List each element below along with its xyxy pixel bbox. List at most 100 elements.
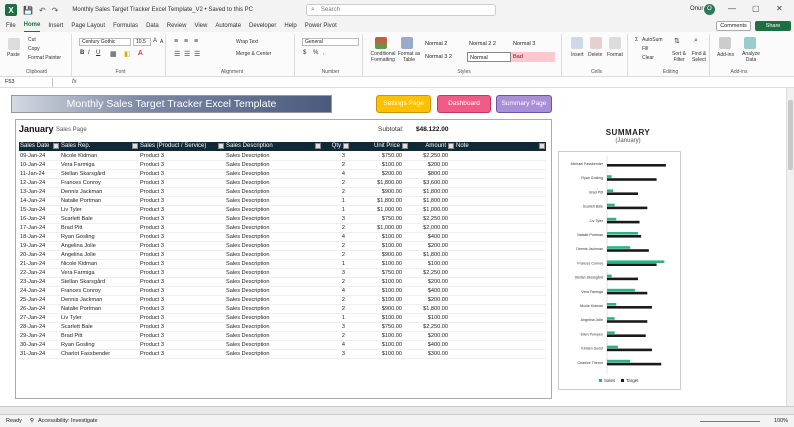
cell-date[interactable]: 13-Jan-24: [20, 188, 60, 197]
tab-file[interactable]: File: [6, 20, 16, 32]
cell-product[interactable]: Product 3: [140, 188, 225, 197]
delete-button[interactable]: Delete: [588, 52, 602, 58]
cell-unit-price[interactable]: $100.00: [350, 332, 402, 341]
paste-button[interactable]: Paste: [7, 52, 20, 58]
cell-rep[interactable]: Scarlett Bale: [61, 323, 139, 332]
cell-unit-price[interactable]: $1,000.00: [350, 206, 402, 215]
align-middle-icon[interactable]: ≡: [184, 38, 188, 45]
accessibility-status[interactable]: Accessibility: Investigate: [38, 418, 98, 424]
table-row[interactable]: 10-Jan-24 Vera Farmiga Product 3 Sales Desc…: [19, 161, 546, 170]
font-size-select[interactable]: 10.5: [133, 38, 151, 46]
tab-automate[interactable]: Automate: [215, 20, 241, 32]
cell-qty[interactable]: 2: [322, 179, 345, 188]
filter-dropdown-icon[interactable]: [539, 143, 545, 149]
cell-qty[interactable]: 1: [322, 206, 345, 215]
table-row[interactable]: 24-Jan-24 Frances Conroy Product 3 Sales De…: [19, 287, 546, 296]
col-sales-rep[interactable]: Sales Rep.: [60, 142, 139, 151]
align-left-icon[interactable]: ☰: [174, 50, 180, 58]
cell-description[interactable]: Sales Description: [226, 215, 322, 224]
cell-unit-price[interactable]: $100.00: [350, 341, 402, 350]
cell-date[interactable]: 19-Jan-24: [20, 242, 60, 251]
table-row[interactable]: 19-Jan-24 Angelina Jolie Product 3 Sales De…: [19, 242, 546, 251]
table-row[interactable]: 11-Jan-24 Stellan Skarsgård Product 3 Sales…: [19, 170, 546, 179]
cell-description[interactable]: Sales Description: [226, 296, 322, 305]
cell-rep[interactable]: Nicole Kidman: [61, 260, 139, 269]
style-normal-2[interactable]: Normal 2: [423, 39, 467, 49]
cell-description[interactable]: Sales Description: [226, 350, 322, 359]
style-normal[interactable]: Normal: [467, 52, 511, 62]
cell-qty[interactable]: 2: [322, 188, 345, 197]
cell-unit-price[interactable]: $750.00: [350, 215, 402, 224]
redo-icon[interactable]: ↷: [52, 6, 59, 15]
cell-rep[interactable]: Natalie Portman: [61, 305, 139, 314]
table-row[interactable]: 16-Jan-24 Scarlett Bale Product 3 Sales Des…: [19, 215, 546, 224]
currency-button[interactable]: $: [303, 50, 306, 56]
table-row[interactable]: 14-Jan-24 Natalie Portman Product 3 Sales D…: [19, 197, 546, 206]
table-row[interactable]: 20-Jan-24 Angelina Jolie Product 3 Sales De…: [19, 251, 546, 260]
cell-product[interactable]: Product 3: [140, 350, 225, 359]
scroll-thumb[interactable]: [788, 100, 793, 170]
merge-center-button[interactable]: Merge & Center: [236, 51, 271, 57]
cut-button[interactable]: Cut: [28, 37, 36, 43]
name-box[interactable]: F53: [3, 78, 53, 87]
cell-description[interactable]: Sales Description: [226, 179, 322, 188]
cell-qty[interactable]: 3: [322, 215, 345, 224]
cell-amount[interactable]: $200.00: [409, 296, 448, 305]
cell-rep[interactable]: Dennis Jackman: [61, 188, 139, 197]
tab-data[interactable]: Data: [146, 20, 159, 32]
cell-rep[interactable]: Liv Tyler: [61, 206, 139, 215]
cell-date[interactable]: 23-Jan-24: [20, 278, 60, 287]
cell-rep[interactable]: Nicole Kidman: [61, 152, 139, 161]
cell-product[interactable]: Product 3: [140, 269, 225, 278]
filter-dropdown-icon[interactable]: [448, 143, 454, 149]
clear-button[interactable]: Clear: [642, 55, 654, 61]
font-name-select[interactable]: Century Gothic: [79, 38, 131, 46]
cell-unit-price[interactable]: $200.00: [350, 170, 402, 179]
cell-amount[interactable]: $200.00: [409, 161, 448, 170]
cell-description[interactable]: Sales Description: [226, 260, 322, 269]
cell-qty[interactable]: 1: [322, 314, 345, 323]
vertical-scrollbar[interactable]: [786, 88, 794, 406]
col-description[interactable]: Sales Description: [225, 142, 322, 151]
align-right-icon[interactable]: ☰: [194, 50, 200, 58]
tab-home[interactable]: Home: [23, 19, 41, 33]
table-row[interactable]: 26-Jan-24 Natalie Portman Product 3 Sales D…: [19, 305, 546, 314]
table-row[interactable]: 23-Jan-24 Stellan Skarsgård Product 3 Sales…: [19, 278, 546, 287]
table-row[interactable]: 18-Jan-24 Ryan Gosling Product 3 Sales Desc…: [19, 233, 546, 242]
wrap-text-button[interactable]: Wrap Text: [236, 39, 258, 45]
cell-unit-price[interactable]: $900.00: [350, 305, 402, 314]
cell-amount[interactable]: $800.00: [409, 170, 448, 179]
cell-qty[interactable]: 2: [322, 224, 345, 233]
format-painter-button[interactable]: Format Painter: [28, 55, 61, 61]
cell-qty[interactable]: 2: [322, 332, 345, 341]
cell-amount[interactable]: $200.00: [409, 332, 448, 341]
col-qty[interactable]: Qty: [322, 142, 350, 151]
cell-unit-price[interactable]: $750.00: [350, 323, 402, 332]
cell-date[interactable]: 31-Jan-24: [20, 350, 60, 359]
cell-rep[interactable]: Vera Farmiga: [61, 161, 139, 170]
cell-date[interactable]: 21-Jan-24: [20, 260, 60, 269]
cell-amount[interactable]: $200.00: [409, 242, 448, 251]
cell-date[interactable]: 09-Jan-24: [20, 152, 60, 161]
filter-dropdown-icon[interactable]: [402, 143, 408, 149]
find-icon[interactable]: ⌕: [694, 37, 698, 45]
cell-unit-price[interactable]: $100.00: [350, 296, 402, 305]
zoom-slider[interactable]: [700, 421, 760, 422]
cell-unit-price[interactable]: $100.00: [350, 233, 402, 242]
cell-unit-price[interactable]: $900.00: [350, 251, 402, 260]
underline-button[interactable]: U: [96, 50, 100, 56]
table-row[interactable]: 21-Jan-24 Nicole Kidman Product 3 Sales Des…: [19, 260, 546, 269]
sort-filter-button[interactable]: Sort & Filter: [670, 51, 688, 63]
cell-amount[interactable]: $2,250.00: [409, 269, 448, 278]
bold-button[interactable]: B: [80, 50, 84, 56]
cell-date[interactable]: 29-Jan-24: [20, 332, 60, 341]
insert-button[interactable]: Insert: [571, 52, 584, 58]
filter-dropdown-icon[interactable]: [132, 143, 138, 149]
insert-cells-icon[interactable]: [571, 37, 583, 49]
cell-qty[interactable]: 2: [322, 278, 345, 287]
cell-description[interactable]: Sales Description: [226, 233, 322, 242]
summary-page-button[interactable]: Summary Page: [496, 95, 552, 113]
cell-product[interactable]: Product 3: [140, 233, 225, 242]
cell-qty[interactable]: 2: [322, 251, 345, 260]
cell-rep[interactable]: Scarlett Bale: [61, 215, 139, 224]
